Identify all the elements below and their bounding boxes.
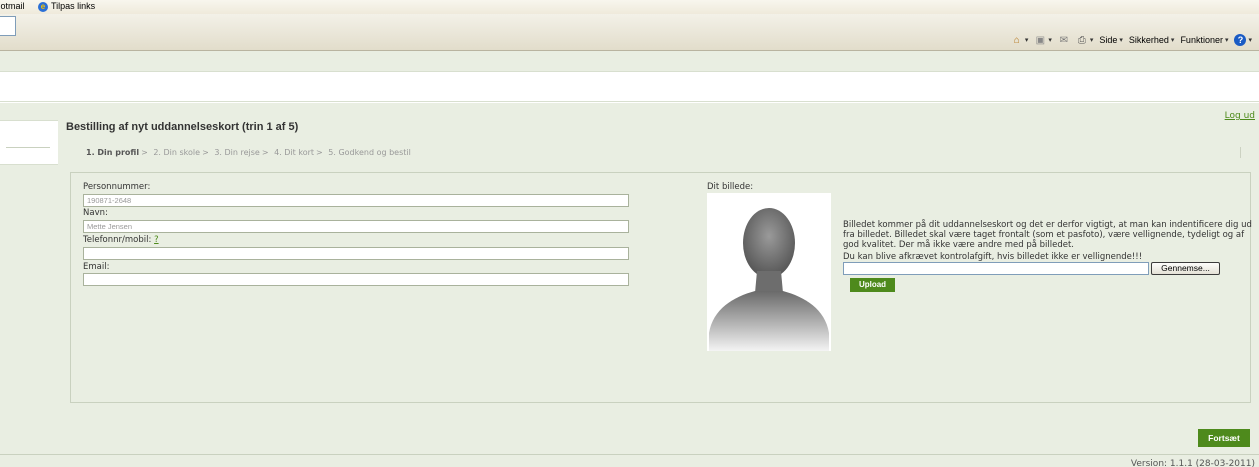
chevron-down-icon: ▾ bbox=[1224, 37, 1229, 44]
help-icon: ? bbox=[1234, 34, 1247, 46]
step-separator-icon: > bbox=[261, 148, 269, 157]
step-din-rejse[interactable]: 3. Din rejse bbox=[214, 148, 260, 157]
chevron-down-icon: ▾ bbox=[1248, 37, 1252, 44]
file-path-input[interactable] bbox=[843, 262, 1149, 275]
ie-page-icon: e bbox=[38, 1, 48, 12]
step-godkend-og-bestil[interactable]: 5. Godkend og bestil bbox=[328, 148, 411, 157]
photo-label: Dit billede: bbox=[707, 182, 754, 192]
mail-button[interactable]: ✉ bbox=[1058, 35, 1070, 46]
favorite-link-tilpas-links[interactable]: e Tilpas links bbox=[34, 1, 95, 12]
functions-menu-label: Funktioner bbox=[1180, 35, 1223, 45]
side-menu[interactable]: Side ▾ bbox=[1099, 35, 1123, 45]
favorites-bar: Hotmail eTilpas links bbox=[0, 0, 1259, 14]
side-divider bbox=[6, 147, 50, 148]
step-separator-icon: > bbox=[316, 148, 323, 157]
footer-divider bbox=[0, 454, 1259, 455]
step-separator-icon: > bbox=[202, 148, 209, 157]
favorite-link-hotmail[interactable]: Hotmail bbox=[0, 1, 25, 11]
upload-button[interactable]: Upload bbox=[850, 278, 895, 292]
chevron-down-icon: ▾ bbox=[1119, 37, 1123, 44]
favorite-label: Tilpas links bbox=[51, 1, 96, 11]
version-text: Version: 1.1.1 (28-03-2011) bbox=[1130, 459, 1255, 467]
rss-feed-icon: ▣ bbox=[1035, 34, 1046, 46]
step-separator-icon: > bbox=[141, 148, 148, 157]
chevron-down-icon: ▾ bbox=[1089, 37, 1094, 44]
browse-button[interactable]: Gennemse... bbox=[1151, 262, 1220, 275]
phone-label: Telefonnr/mobil: bbox=[83, 235, 152, 245]
steps-divider bbox=[1240, 147, 1241, 158]
email-field[interactable] bbox=[83, 273, 629, 286]
browser-tab[interactable] bbox=[0, 16, 16, 36]
chevron-down-icon: ▾ bbox=[1170, 37, 1175, 44]
print-button[interactable]: ⎙ ▾ bbox=[1076, 35, 1094, 46]
phone-help-link[interactable]: ? bbox=[154, 235, 159, 245]
functions-menu[interactable]: Funktioner ▾ bbox=[1180, 35, 1228, 45]
home-button[interactable]: ⌂ ▾ bbox=[1011, 35, 1029, 46]
site-header bbox=[0, 71, 1259, 102]
feeds-button[interactable]: ▣ ▾ bbox=[1034, 35, 1052, 46]
side-menu-label: Side bbox=[1099, 35, 1118, 45]
step-dit-kort[interactable]: 4. Dit kort bbox=[274, 148, 314, 157]
page-title: Bestilling af nyt uddannelseskort (trin … bbox=[66, 121, 299, 133]
help-menu[interactable]: ? ▾ bbox=[1234, 34, 1252, 46]
name-field: Mette Jensen bbox=[83, 220, 629, 233]
step-breadcrumb: 1. Din profil > 2. Din skole > 3. Din rejs… bbox=[86, 148, 411, 157]
mail-icon: ✉ bbox=[1059, 34, 1069, 46]
chevron-down-icon: ▾ bbox=[1024, 37, 1029, 44]
photo-warning: Du kan blive afkrævet kontrolafgift, hvi… bbox=[843, 252, 1143, 262]
cpr-field: 190871-2648 bbox=[83, 194, 629, 207]
chevron-down-icon: ▾ bbox=[1048, 37, 1052, 44]
continue-button[interactable]: Fortsæt bbox=[1198, 429, 1250, 447]
security-menu[interactable]: Sikkerhed ▾ bbox=[1129, 35, 1175, 45]
cpr-label: Personnummer: bbox=[83, 182, 151, 192]
phone-field[interactable] bbox=[83, 247, 629, 260]
page-top-band bbox=[0, 51, 1259, 71]
photo-placeholder bbox=[707, 193, 831, 351]
photo-instructions: Billedet kommer på dit uddannelseskort o… bbox=[843, 220, 1252, 250]
name-label: Navn: bbox=[83, 208, 108, 218]
phone-label-row: Telefonnr/mobil: ? bbox=[83, 235, 159, 245]
person-silhouette-icon bbox=[709, 208, 829, 351]
security-menu-label: Sikkerhed bbox=[1128, 35, 1169, 45]
step-din-profil[interactable]: 1. Din profil bbox=[86, 148, 139, 157]
printer-icon: ⎙ bbox=[1077, 34, 1086, 46]
logout-link[interactable]: Log ud bbox=[1225, 111, 1255, 121]
favorite-label: Hotmail bbox=[0, 1, 25, 11]
side-menu-panel bbox=[0, 120, 58, 165]
email-label: Email: bbox=[83, 262, 110, 272]
step-din-skole[interactable]: 2. Din skole bbox=[153, 148, 200, 157]
command-toolbar: ⌂ ▾ ▣ ▾ ✉ ⎙ ▾ Side ▾ Sikkerhed ▾ Funktioner ▾ … bbox=[1005, 33, 1252, 47]
home-icon: ⌂ bbox=[1013, 34, 1020, 46]
